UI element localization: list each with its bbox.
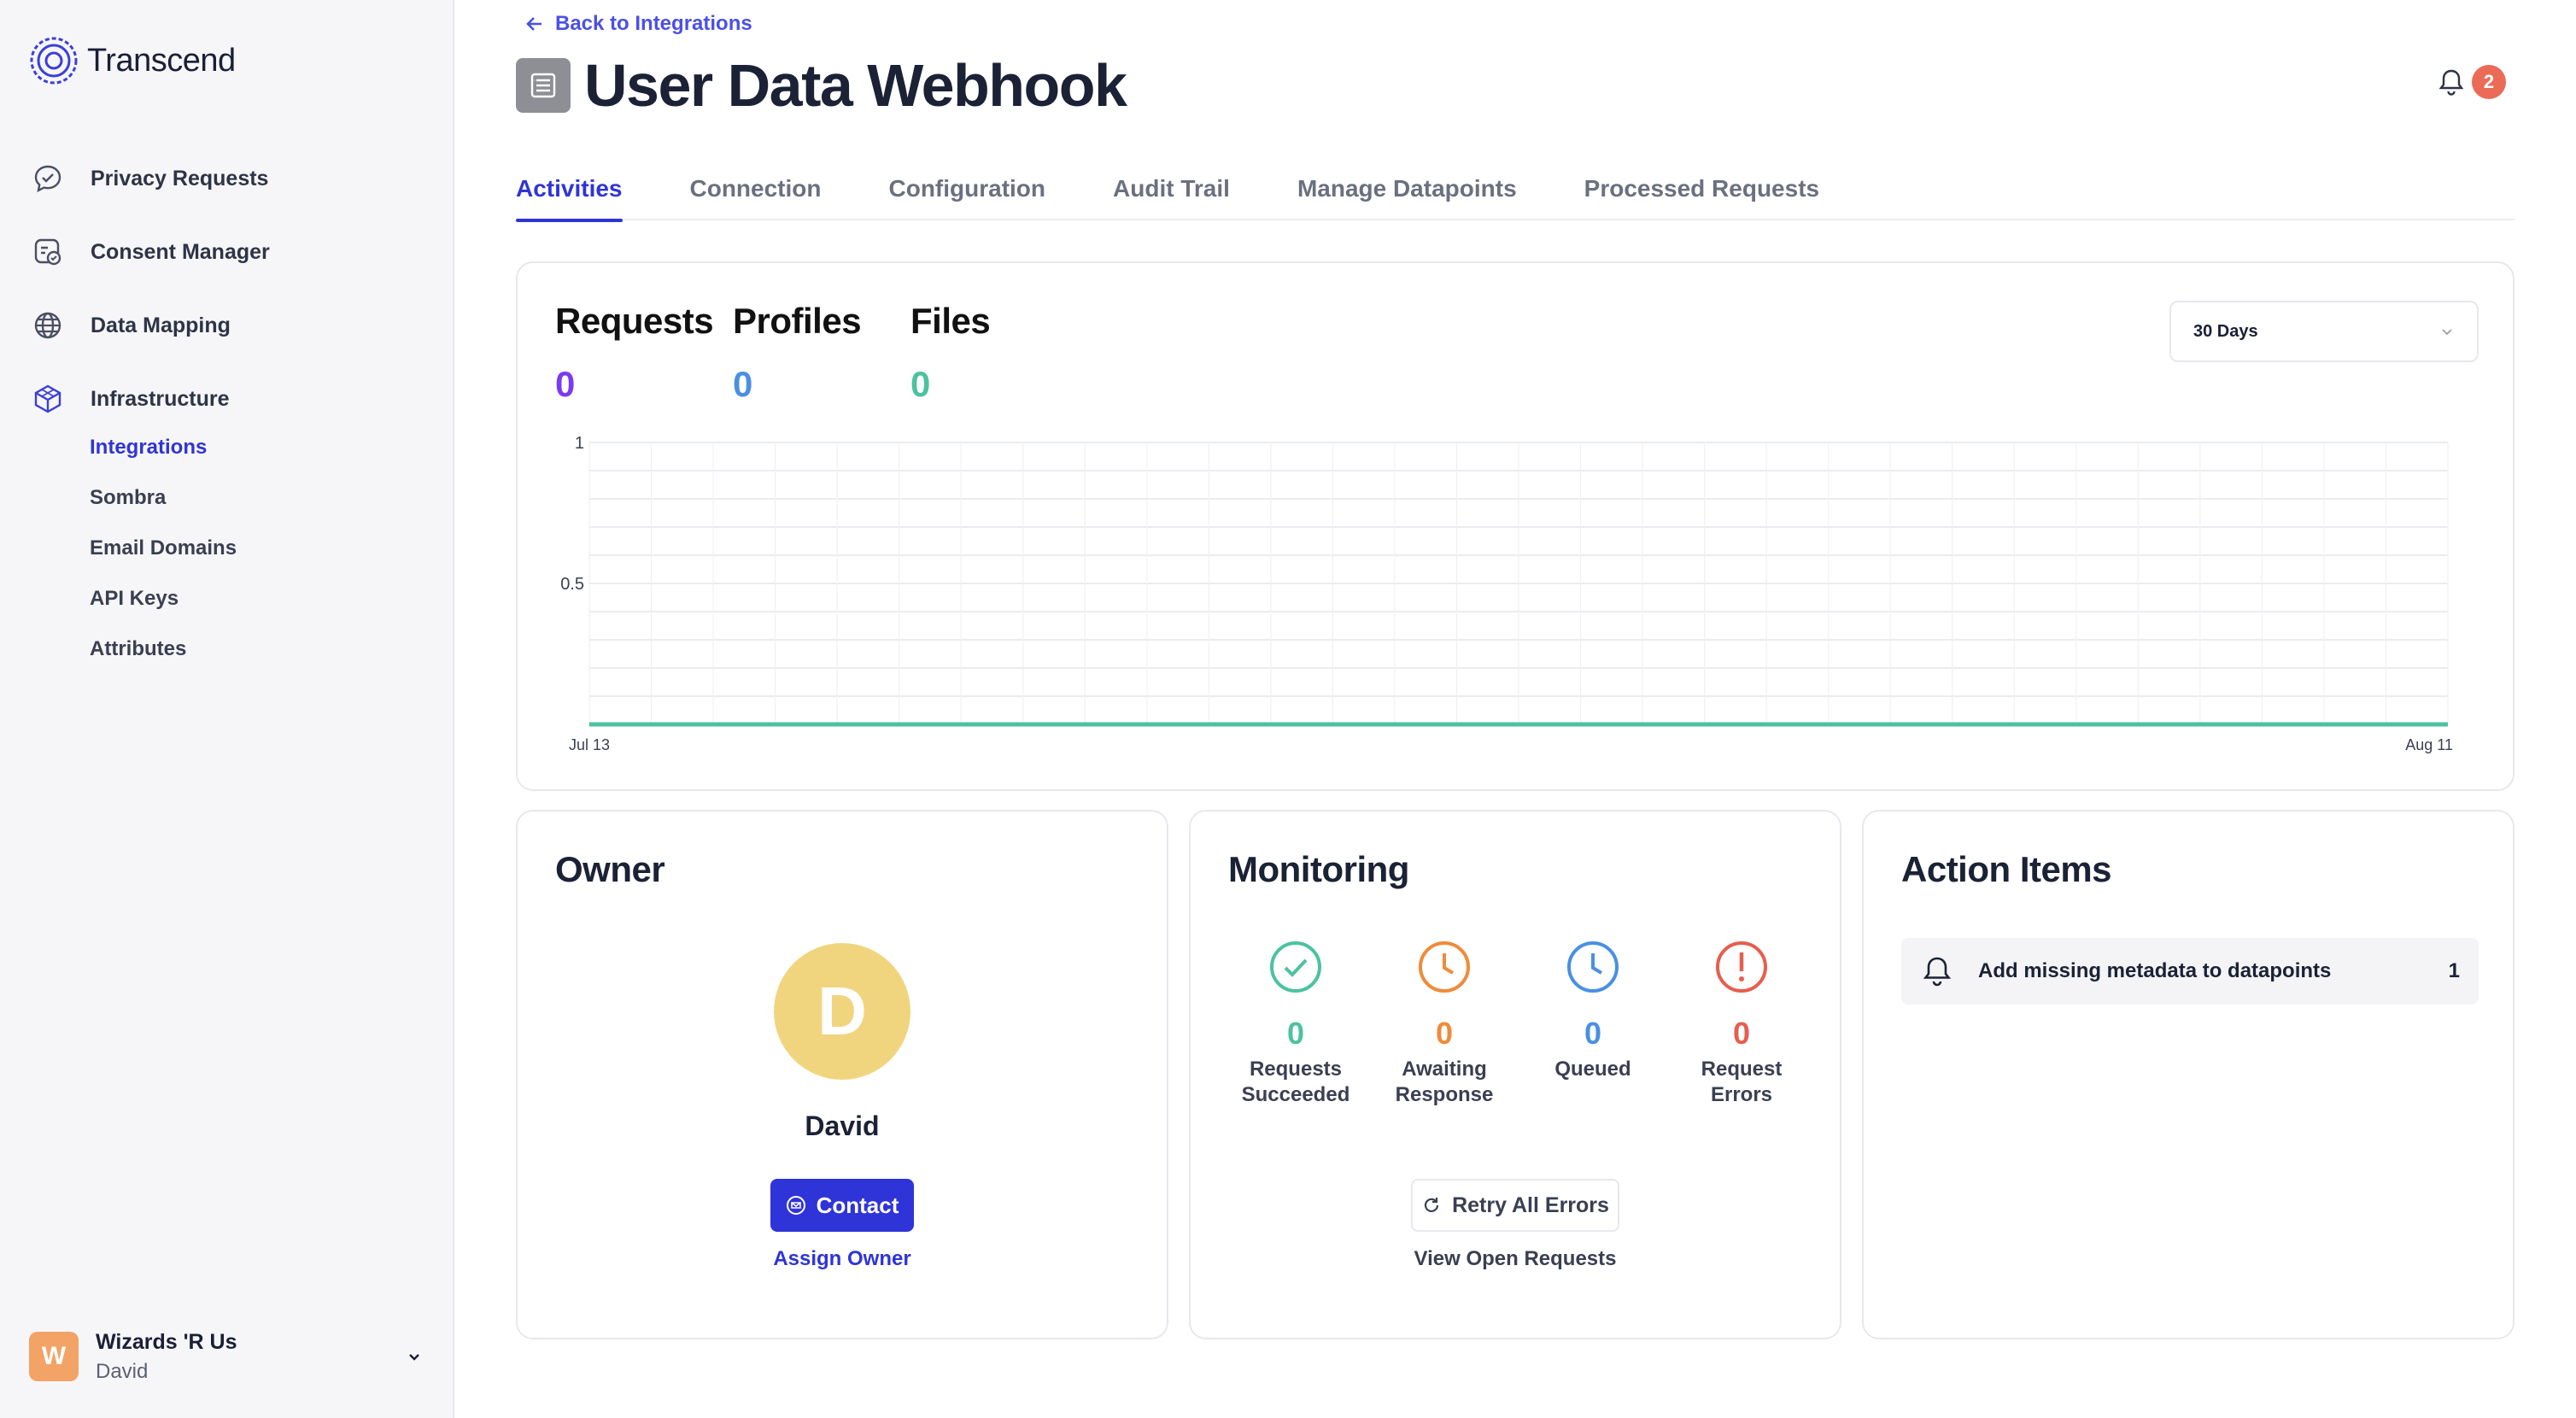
sidebar-item-label: Consent Manager — [91, 239, 270, 264]
sidebar-subitem-api-keys[interactable]: API Keys — [90, 587, 237, 614]
user-name: David — [96, 1359, 149, 1383]
back-to-integrations-link[interactable]: Back to Integrations — [524, 12, 752, 36]
sidebar-item-label: Infrastructure — [91, 386, 230, 411]
tab-connection[interactable]: Connection — [690, 167, 822, 220]
monitor-value: 0 — [1732, 1016, 1751, 1051]
cube-icon — [31, 382, 65, 416]
activity-chart: 1 0.5 Jul 13 Aug 11 — [560, 434, 2453, 753]
action-item-count: 1 — [2448, 959, 2460, 982]
sidebar-item-infrastructure[interactable]: Infrastructure — [31, 379, 432, 419]
activity-card: Requests 0 Profiles 0 Files 0 30 Days 10… — [516, 261, 2515, 791]
sidebar-subitem-email-domains[interactable]: Email Domains — [90, 536, 237, 564]
clock-icon — [1567, 941, 1619, 993]
owner-avatar: D — [774, 943, 910, 1080]
monitoring-card: Monitoring 0 Requests Succeeded 0 Awaiti… — [1189, 810, 1841, 1339]
webhook-integration-icon — [516, 58, 571, 113]
owner-name: David — [805, 1110, 880, 1141]
notifications-button[interactable]: 2 — [2436, 65, 2506, 99]
bell-icon — [2438, 69, 2464, 96]
sidebar-nav: Privacy Requests Consent Manager Data Ma… — [31, 159, 432, 453]
sidebar-item-label: Data Mapping — [91, 313, 231, 337]
clock-icon — [1419, 941, 1470, 993]
refresh-icon — [1424, 1198, 1439, 1212]
tab-configuration[interactable]: Configuration — [889, 167, 1046, 220]
sidebar-subitem-sombra[interactable]: Sombra — [90, 486, 237, 513]
monitor-label: Requests Succeeded — [1241, 1058, 1350, 1106]
sidebar-item-label: Privacy Requests — [91, 166, 269, 190]
y-tick-label: 1 — [575, 434, 584, 453]
contact-button-label: Contact — [816, 1192, 899, 1218]
action-items-card: Action Items Add missing metadata to dat… — [1862, 810, 2515, 1339]
x-tick-label: Aug 11 — [2405, 736, 2453, 753]
y-tick-label: 0.5 — [560, 575, 584, 594]
monitor-label: Request Errors — [1701, 1058, 1783, 1106]
mail-icon — [786, 1196, 805, 1215]
retry-all-errors-button[interactable]: Retry All Errors — [1411, 1179, 1619, 1232]
page-header: User Data Webhook — [516, 51, 1127, 120]
check-circle-icon — [1270, 941, 1321, 993]
org-avatar: W — [29, 1332, 79, 1381]
tab-manage-datapoints[interactable]: Manage Datapoints — [1297, 167, 1517, 220]
x-tick-label: Jul 13 — [569, 736, 610, 753]
monitor-value: 0 — [1435, 1016, 1454, 1051]
sidebar-item-consent-manager[interactable]: Consent Manager — [31, 232, 432, 272]
monitor-label: Awaiting Response — [1395, 1058, 1494, 1106]
monitor-value: 0 — [1584, 1016, 1602, 1051]
globe-icon — [31, 308, 65, 343]
assign-owner-link[interactable]: Assign Owner — [518, 1247, 1167, 1271]
brand-name: Transcend — [87, 42, 236, 79]
chat-check-icon — [31, 161, 65, 196]
owner-card: Owner D David Contact Assign Owner — [516, 810, 1168, 1339]
sidebar-subitem-attributes[interactable]: Attributes — [90, 637, 237, 665]
infrastructure-subnav: Integrations Sombra Email Domains API Ke… — [90, 436, 237, 688]
monitoring-card-title: Monitoring — [1228, 849, 1409, 889]
back-link-label: Back to Integrations — [555, 12, 752, 35]
page-title: User Data Webhook — [584, 52, 1127, 119]
monitor-label: Queued — [1554, 1058, 1631, 1081]
monitor-queued[interactable]: 0 Queued — [1529, 940, 1657, 1082]
tab-activities[interactable]: Activities — [516, 167, 623, 222]
sidebar-item-privacy-requests[interactable]: Privacy Requests — [31, 159, 432, 198]
monitor-requests-succeeded[interactable]: 0 Requests Succeeded — [1232, 940, 1360, 1108]
sidebar-subitem-integrations[interactable]: Integrations — [90, 436, 237, 463]
retry-label: Retry All Errors — [1452, 1192, 1609, 1217]
bell-icon — [1923, 957, 1952, 987]
notification-count-badge: 2 — [2472, 65, 2506, 99]
monitor-value: 0 — [1286, 1016, 1305, 1051]
action-item[interactable]: Add missing metadata to datapoints 1 — [1901, 938, 2479, 1005]
alert-circle-icon — [1716, 941, 1767, 993]
sidebar-item-data-mapping[interactable]: Data Mapping — [31, 306, 432, 345]
transcend-logo-icon — [30, 37, 78, 85]
org-name: Wizards 'R Us — [96, 1329, 237, 1354]
sidebar: Transcend Privacy Requests Consent Manag… — [0, 0, 454, 1418]
brand-logo[interactable]: Transcend — [29, 36, 236, 85]
consent-icon — [31, 235, 65, 269]
contact-button[interactable]: Contact — [770, 1179, 914, 1232]
chevron-down-icon — [401, 1344, 427, 1369]
integration-tabs: Activities Connection Configuration Audi… — [516, 167, 2515, 222]
tab-processed-requests[interactable]: Processed Requests — [1584, 167, 1819, 220]
action-item-label: Add missing metadata to datapoints — [1978, 959, 2332, 982]
tab-audit-trail[interactable]: Audit Trail — [1113, 167, 1230, 220]
arrow-left-icon — [526, 17, 542, 31]
monitor-request-errors[interactable]: 0 Request Errors — [1677, 940, 1806, 1108]
monitor-awaiting-response[interactable]: 0 Awaiting Response — [1380, 940, 1508, 1108]
action-items-title: Action Items — [1901, 849, 2112, 889]
account-switcher[interactable]: W Wizards 'R Us David — [29, 1329, 427, 1384]
view-open-requests-link[interactable]: View Open Requests — [1191, 1247, 1840, 1271]
owner-card-title: Owner — [555, 849, 665, 889]
